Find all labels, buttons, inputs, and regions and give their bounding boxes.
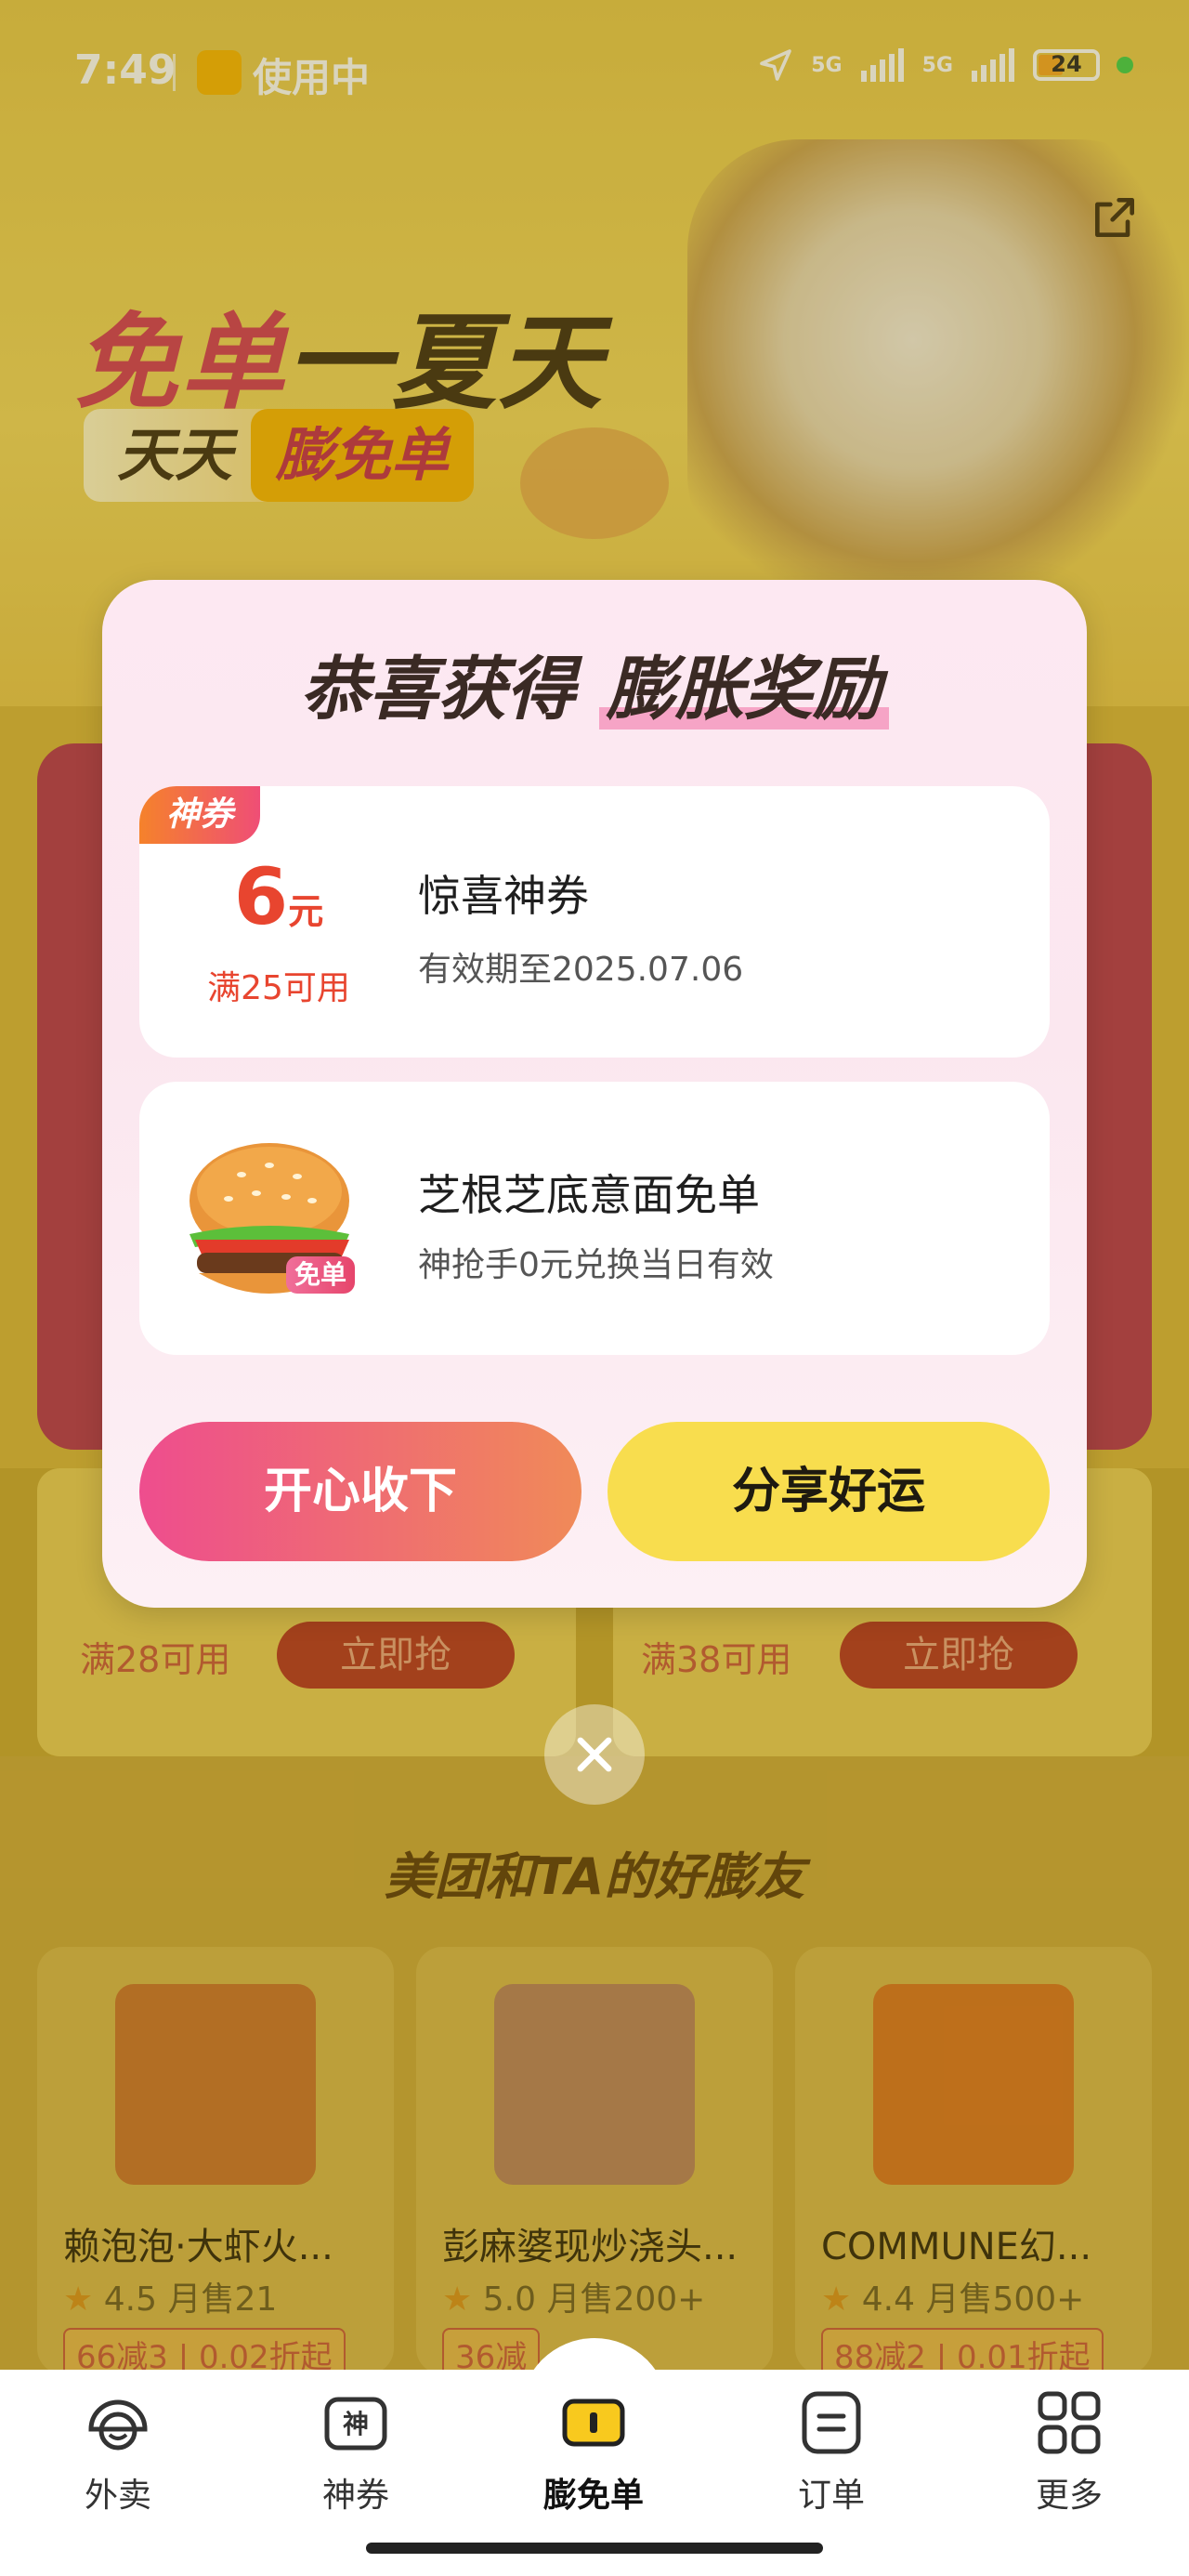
- accept-button[interactable]: 开心收下: [139, 1422, 581, 1561]
- coupon-amount-unit: 元: [288, 891, 324, 932]
- coupon-name: 惊喜神券: [418, 871, 589, 921]
- close-dialog-button[interactable]: [544, 1704, 645, 1805]
- share-luck-button[interactable]: 分享好运: [608, 1422, 1050, 1561]
- dialog-title: 恭喜获得 膨胀奖励: [102, 634, 1087, 733]
- dialog-title-highlight: 膨胀奖励: [598, 650, 889, 729]
- app-page: 7:49 使用中 5G 5G 24 免单一夏天 天天 膨免单 满28可用 立即抢 …: [0, 0, 1189, 2576]
- order-icon: [802, 2391, 861, 2454]
- free-order-icon: [562, 2399, 625, 2447]
- nav-label: 订单: [797, 2477, 865, 2515]
- nav-label: 更多: [1035, 2477, 1103, 2515]
- dialog-title-plain: 恭喜获得: [300, 650, 576, 729]
- coupon-amount: 6元: [204, 851, 353, 942]
- nav-item-coupon[interactable]: 神 神券: [286, 2388, 425, 2517]
- nav-label: 外卖: [84, 2477, 151, 2515]
- svg-text:神: 神: [343, 2409, 369, 2439]
- reward-dialog: 恭喜获得 膨胀奖励 神券 6元 满25可用 惊喜神券 有效期至2025.07.0…: [102, 580, 1087, 1608]
- free-badge: 免单: [286, 1256, 355, 1294]
- coupon-condition: 满25可用: [207, 969, 350, 1007]
- takeaway-icon: [88, 2399, 148, 2451]
- home-indicator[interactable]: [366, 2543, 823, 2554]
- more-grid-icon: [1038, 2391, 1101, 2454]
- free-item-desc: 神抢手0元兑换当日有效: [418, 1246, 774, 1284]
- free-item-name: 芝根芝底意面免单: [418, 1170, 760, 1220]
- nav-item-more[interactable]: 更多: [1000, 2388, 1139, 2517]
- coupon-badge: 神券: [139, 786, 260, 844]
- coupon-validity: 有效期至2025.07.06: [418, 951, 744, 989]
- coupon-icon: 神: [324, 2397, 387, 2451]
- free-item-reward-card: 免单 芝根芝底意面免单 神抢手0元兑换当日有效: [139, 1082, 1050, 1355]
- nav-item-orders[interactable]: 订单: [762, 2388, 901, 2517]
- nav-label: 神券: [321, 2477, 389, 2515]
- nav-label: 膨免单: [542, 2477, 644, 2515]
- nav-item-takeaway[interactable]: 外卖: [48, 2388, 188, 2517]
- close-icon: [577, 1737, 612, 1772]
- nav-item-free-order[interactable]: 膨免单: [524, 2388, 663, 2517]
- coupon-amount-value: 6: [233, 851, 289, 942]
- coupon-reward-card: 神券 6元 满25可用 惊喜神券 有效期至2025.07.06: [139, 786, 1050, 1058]
